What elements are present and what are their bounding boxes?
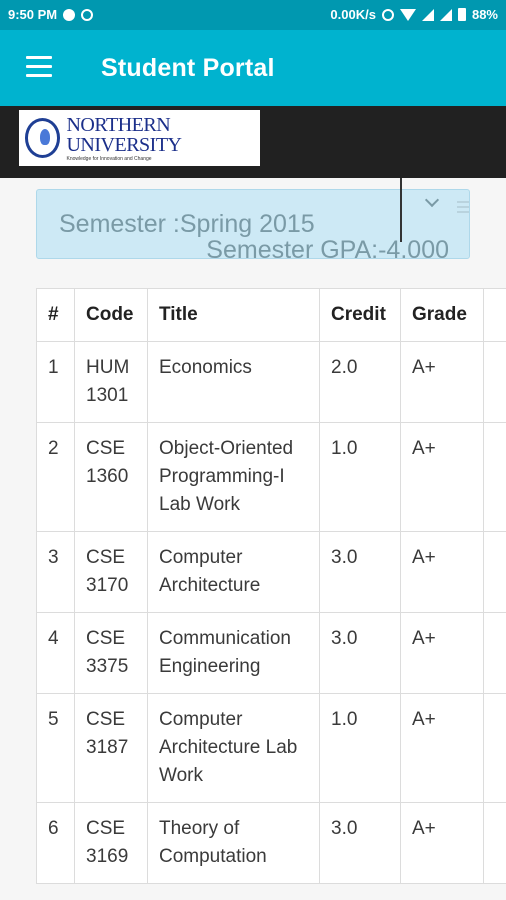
course-title: Computer Architecture: [147, 531, 320, 613]
drag-handle-icon: [457, 201, 469, 216]
row-extra: [483, 531, 506, 613]
course-grade: A+: [400, 693, 484, 803]
row-number: 3: [36, 531, 75, 613]
table-row: 4 CSE 3375 Communication Engineering 3.0…: [36, 612, 506, 694]
alarm-icon: [381, 8, 394, 21]
app-bar: Student Portal: [0, 30, 506, 106]
row-extra: [483, 612, 506, 694]
course-grade: A+: [400, 802, 484, 884]
signal-icon: [421, 8, 434, 21]
text-cursor: [400, 178, 402, 242]
table-row: 2 CSE 1360 Object-Oriented Programming-I…: [36, 422, 506, 532]
course-credit: 1.0: [319, 693, 401, 803]
course-title: Computer Architecture Lab Work: [147, 693, 320, 803]
status-time: 9:50 PM: [8, 7, 58, 22]
course-code: CSE 3375: [74, 612, 148, 694]
row-number: 1: [36, 341, 75, 423]
course-grade: A+: [400, 531, 484, 613]
course-credit: 3.0: [319, 531, 401, 613]
course-grade: A+: [400, 612, 484, 694]
semester-label: Semester :Spring 2015: [59, 210, 315, 238]
chevron-down-icon: [424, 192, 440, 208]
header-credit: Credit: [319, 288, 401, 342]
logo-name: NORTHERN UNIVERSITY: [66, 113, 182, 156]
app-title: Student Portal: [101, 54, 275, 82]
notification-icon: [63, 8, 76, 21]
row-number: 4: [36, 612, 75, 694]
header-number: #: [36, 288, 75, 342]
course-title: Communication Engineering: [147, 612, 320, 694]
course-code: CSE 3187: [74, 693, 148, 803]
table-header-row: # Code Title Credit Grade: [36, 288, 506, 342]
course-title: Economics: [147, 341, 320, 423]
network-speed: 0.00K/s: [330, 7, 376, 22]
header-grade: Grade: [400, 288, 484, 342]
row-extra: [483, 422, 506, 532]
header-code: Code: [74, 288, 148, 342]
table-row: 5 CSE 3187 Computer Architecture Lab Wor…: [36, 693, 506, 803]
header-title: Title: [147, 288, 320, 342]
row-extra: [483, 693, 506, 803]
course-code: HUM 1301: [74, 341, 148, 423]
grades-table: # Code Title Credit Grade 1 HUM 1301 Eco…: [36, 288, 506, 884]
course-title: Theory of Computation: [147, 802, 320, 884]
university-banner: NORTHERN UNIVERSITY Knowledge for Innova…: [0, 106, 506, 178]
semester-gpa: Semester GPA:-4.000: [206, 236, 449, 264]
course-credit: 1.0: [319, 422, 401, 532]
table-row: 1 HUM 1301 Economics 2.0 A+: [36, 341, 506, 423]
row-extra: [483, 802, 506, 884]
header-extra: [483, 288, 506, 342]
row-number: 6: [36, 802, 75, 884]
course-code: CSE 1360: [74, 422, 148, 532]
university-logo: NORTHERN UNIVERSITY Knowledge for Innova…: [19, 110, 260, 166]
battery-level: 88%: [471, 7, 498, 22]
semester-dropdown[interactable]: Semester :Spring 2015 Semester GPA:-4.00…: [36, 189, 470, 264]
course-grade: A+: [400, 422, 484, 532]
table-row: 3 CSE 3170 Computer Architecture 3.0 A+: [36, 531, 506, 613]
row-extra: [483, 341, 506, 423]
course-code: CSE 3169: [74, 802, 148, 884]
course-credit: 2.0: [319, 341, 401, 423]
course-title: Object-Oriented Programming-I Lab Work: [147, 422, 320, 532]
status-bar: 9:50 PM 0.00K/s 88%: [0, 0, 506, 30]
logo-tagline: Knowledge for Innovation and Change: [66, 155, 152, 162]
signal-icon: [439, 8, 452, 21]
hamburger-menu-icon[interactable]: [26, 56, 52, 78]
battery-icon: [457, 8, 466, 21]
course-credit: 3.0: [319, 802, 401, 884]
course-code: CSE 3170: [74, 531, 148, 613]
wifi-icon: [399, 8, 416, 21]
row-number: 2: [36, 422, 75, 532]
university-seal-icon: [25, 118, 61, 158]
course-grade: A+: [400, 341, 484, 423]
course-credit: 3.0: [319, 612, 401, 694]
sync-icon: [81, 8, 94, 21]
row-number: 5: [36, 693, 75, 803]
table-row: 6 CSE 3169 Theory of Computation 3.0 A+: [36, 802, 506, 884]
